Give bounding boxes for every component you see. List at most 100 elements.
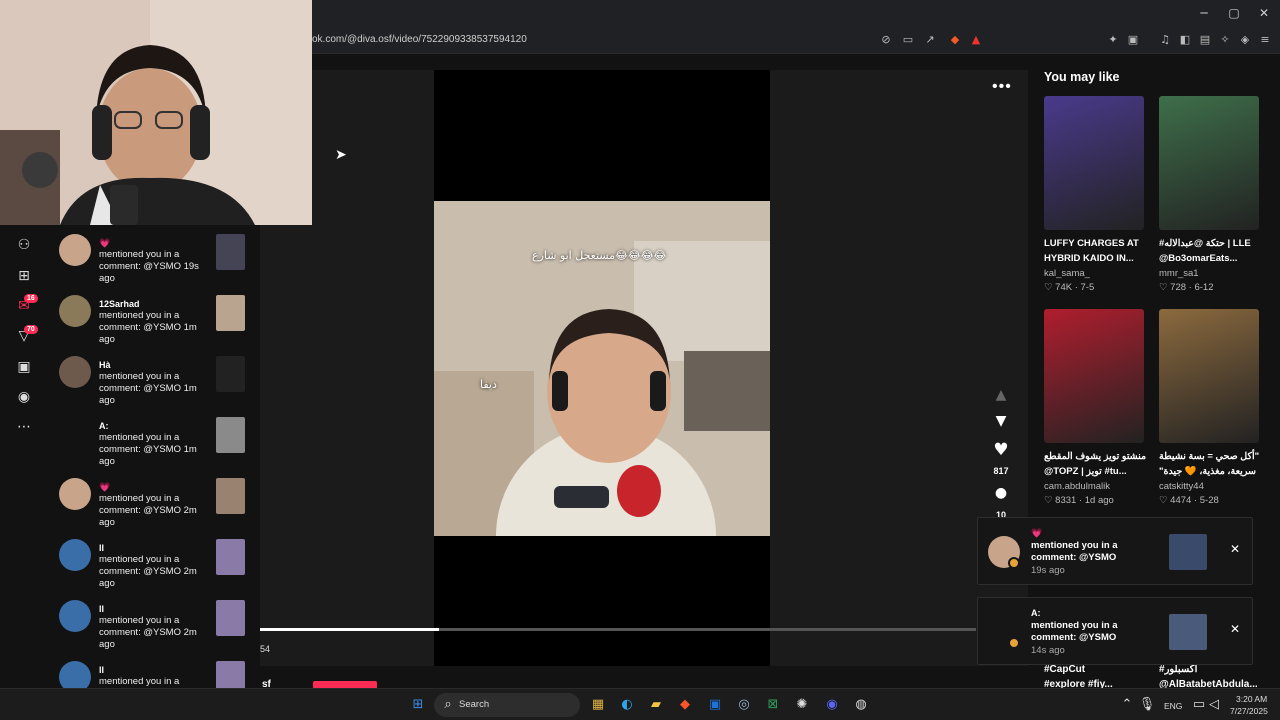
recommendation-card[interactable]: منشتو تويز يشوف المقطع @TOPZ | تويز #tu..… [1044, 309, 1148, 509]
notification-user[interactable]: ll [99, 543, 104, 553]
outlook-icon[interactable]: ▣ [706, 696, 724, 714]
toast-notification[interactable]: A: mentioned you in a comment: @YSMO 14s a… [977, 597, 1253, 665]
file-explorer-icon[interactable]: ▰ [647, 696, 665, 714]
tray-chevron-icon[interactable]: ⌃ [1118, 696, 1136, 714]
card-thumbnail[interactable] [1159, 309, 1259, 443]
video-progress-bar[interactable] [260, 628, 976, 631]
steam-icon[interactable]: ◎ [735, 696, 753, 714]
notification-item[interactable]: A: mentioned you in a comment: @YSMO 1m a… [48, 414, 260, 475]
notification-thumbnail[interactable] [216, 661, 245, 688]
card-title[interactable]: منشتو تويز يشوف المقطع @TOPZ | تويز #tu..… [1044, 449, 1148, 479]
brave-rewards-icon[interactable]: ▲ [969, 33, 983, 47]
app-icon[interactable]: ✺ [793, 696, 811, 714]
more-options-button[interactable]: ••• [992, 78, 1012, 96]
card-title[interactable]: LUFFY CHARGES AT HYBRID KAIDO IN... [1044, 236, 1148, 266]
close-icon[interactable]: ✕ [1230, 542, 1240, 556]
recommendation-card[interactable]: #حتكة @عبدالاله | LLE @Bo3omarEats... mmr_… [1159, 96, 1263, 296]
notification-thumbnail[interactable] [216, 539, 245, 575]
edge-icon[interactable]: ◐ [618, 696, 636, 714]
taskbar-search[interactable]: ⌕ Search [434, 693, 580, 717]
notification-user[interactable]: Hà [99, 360, 111, 370]
upload-icon[interactable]: ⊞ [14, 266, 34, 286]
minimize-button[interactable]: ─ [1196, 6, 1212, 20]
toast-thumbnail[interactable] [1169, 534, 1207, 570]
notification-thumbnail[interactable] [216, 417, 245, 453]
card-title[interactable]: #حتكة @عبدالاله | LLE @Bo3omarEats... [1159, 236, 1263, 266]
toast-thumbnail[interactable] [1169, 614, 1207, 650]
toast-notification[interactable]: 💗 mentioned you in a comment: @YSMO 19s ag… [977, 517, 1253, 585]
notification-avatar[interactable] [59, 600, 91, 632]
brave-icon[interactable]: ◆ [676, 696, 694, 714]
close-window-button[interactable]: ✕ [1256, 6, 1272, 20]
card-title[interactable]: أكل صحي = بسة نشيطة" "سريعة، مغذية، 🧡 جيد… [1159, 449, 1263, 479]
clock-time[interactable]: 3:20 AM [1236, 694, 1267, 704]
card-thumbnail[interactable] [1159, 96, 1259, 230]
notification-thumbnail[interactable] [216, 478, 245, 514]
more-icon[interactable]: ⋯ [14, 417, 34, 437]
notification-item[interactable]: llmentioned you in a comment: @YSMO [48, 658, 260, 688]
chevron-down-icon[interactable]: ▼ [992, 413, 1010, 429]
notification-thumbnail[interactable] [216, 356, 245, 392]
menu-icon[interactable]: ≡ [1258, 33, 1272, 47]
url-text[interactable]: ok.com/@diva.osf/video/75229093385375941… [312, 34, 527, 45]
start-icon[interactable]: ⊞ [409, 696, 427, 714]
notification-avatar[interactable] [59, 234, 91, 266]
notification-item[interactable]: Hà mentioned you in a comment: @YSMO 1m a… [48, 353, 260, 414]
clock-date[interactable]: 7/27/2025 [1230, 706, 1268, 716]
notification-thumbnail[interactable] [216, 600, 245, 636]
notification-avatar[interactable] [59, 356, 91, 388]
notification-item[interactable]: 12Sarhad mentioned you in a comment: @YSM… [48, 292, 260, 353]
notification-avatar[interactable] [59, 539, 91, 571]
like-button[interactable]: ♥ [992, 440, 1010, 460]
notification-avatar[interactable] [59, 478, 91, 510]
card-author[interactable]: kal_sama_ [1044, 268, 1090, 279]
screenshot-icon[interactable]: ▣ [1126, 33, 1140, 47]
card-thumbnail[interactable] [1044, 309, 1144, 443]
extensions-icon[interactable]: ✦ [1106, 33, 1120, 47]
vpn-icon[interactable]: ◈ [1238, 33, 1252, 47]
notification-thumbnail[interactable] [216, 295, 245, 331]
chevron-up-icon[interactable]: ▲ [992, 387, 1010, 403]
notification-item[interactable]: ll mentioned you in a comment: @YSMO 2m a… [48, 597, 260, 658]
profile-avatar[interactable]: ◉ [14, 387, 34, 407]
xbox-icon[interactable]: ⊠ [764, 696, 782, 714]
microphone-icon[interactable]: 🎙 [1138, 696, 1156, 714]
notification-user[interactable]: ll [99, 665, 104, 675]
video-frame[interactable]: مستعجل ابو شارع😂😂😂😂 ديفا [434, 201, 770, 536]
notification-user[interactable]: 💗 [99, 238, 110, 249]
card-author[interactable]: cam.abdulmalik [1044, 481, 1110, 492]
notification-avatar[interactable] [59, 417, 91, 449]
notification-item[interactable]: 💗 mentioned you in a comment: @YSMO 2m ag… [48, 475, 260, 536]
maximize-button[interactable]: ▢ [1226, 6, 1242, 20]
live-icon[interactable]: ▣ [14, 357, 34, 377]
recommendation-card[interactable]: أكل صحي = بسة نشيطة" "سريعة، مغذية، 🧡 جيد… [1159, 309, 1263, 509]
notification-avatar[interactable] [59, 295, 91, 327]
mute-icon[interactable]: ⊘ [879, 33, 893, 47]
brave-shield-icon[interactable]: ◆ [948, 33, 962, 47]
cast-icon[interactable]: ▭ [901, 33, 915, 47]
notification-user[interactable]: A: [99, 421, 109, 431]
music-icon[interactable]: ♫ [1158, 33, 1172, 47]
following-icon[interactable]: ⚇ [14, 235, 34, 255]
wallet-icon[interactable]: ▤ [1198, 33, 1212, 47]
notification-item[interactable]: 💗 mentioned you in a comment: @YSMO 19s a… [48, 231, 260, 292]
volume-icon[interactable]: ◁ [1205, 696, 1223, 714]
store-icon[interactable]: ▦ [589, 696, 607, 714]
card-author[interactable]: catskitty44 [1159, 481, 1204, 492]
share-icon[interactable]: ↗ [923, 33, 937, 47]
game-icon[interactable]: ◍ [852, 696, 870, 714]
notification-user[interactable]: ll [99, 604, 104, 614]
card-author[interactable]: mmr_sa1 [1159, 268, 1199, 279]
notification-avatar[interactable] [59, 661, 91, 688]
close-icon[interactable]: ✕ [1230, 622, 1240, 636]
notification-user[interactable]: 12Sarhad [99, 299, 140, 309]
notification-thumbnail[interactable] [216, 234, 245, 270]
card-thumbnail[interactable] [1044, 96, 1144, 230]
recommendation-card[interactable]: LUFFY CHARGES AT HYBRID KAIDO IN... kal_sa… [1044, 96, 1148, 296]
ai-icon[interactable]: ✧ [1218, 33, 1232, 47]
discord-icon[interactable]: ◉ [823, 696, 841, 714]
sidebar-icon[interactable]: ◧ [1178, 33, 1192, 47]
comment-button[interactable]: ● [992, 485, 1010, 501]
notification-item[interactable]: ll mentioned you in a comment: @YSMO 2m a… [48, 536, 260, 597]
language-indicator[interactable]: ENG [1164, 701, 1182, 711]
